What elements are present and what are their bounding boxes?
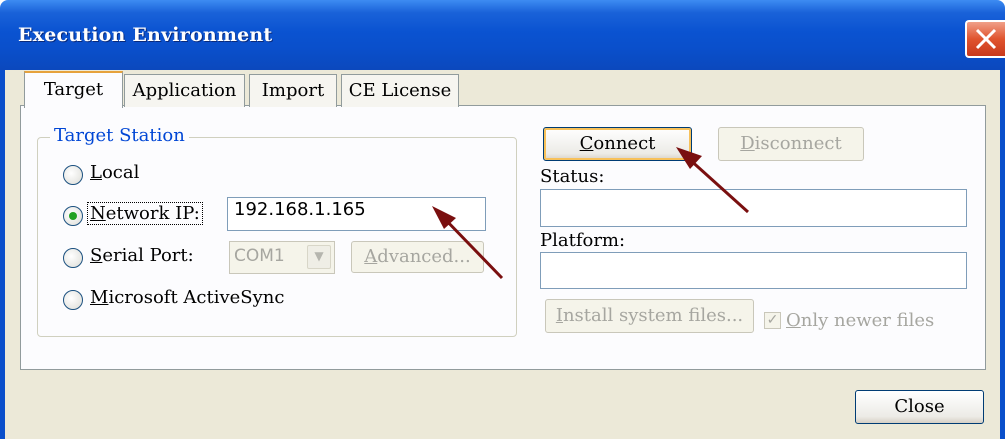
execution-environment-window: Execution Environment Application Import… xyxy=(0,0,1005,439)
annotation-arrows xyxy=(432,147,750,280)
arrow-annotation-icon xyxy=(432,206,504,280)
arrow-annotation-icon xyxy=(676,147,750,214)
